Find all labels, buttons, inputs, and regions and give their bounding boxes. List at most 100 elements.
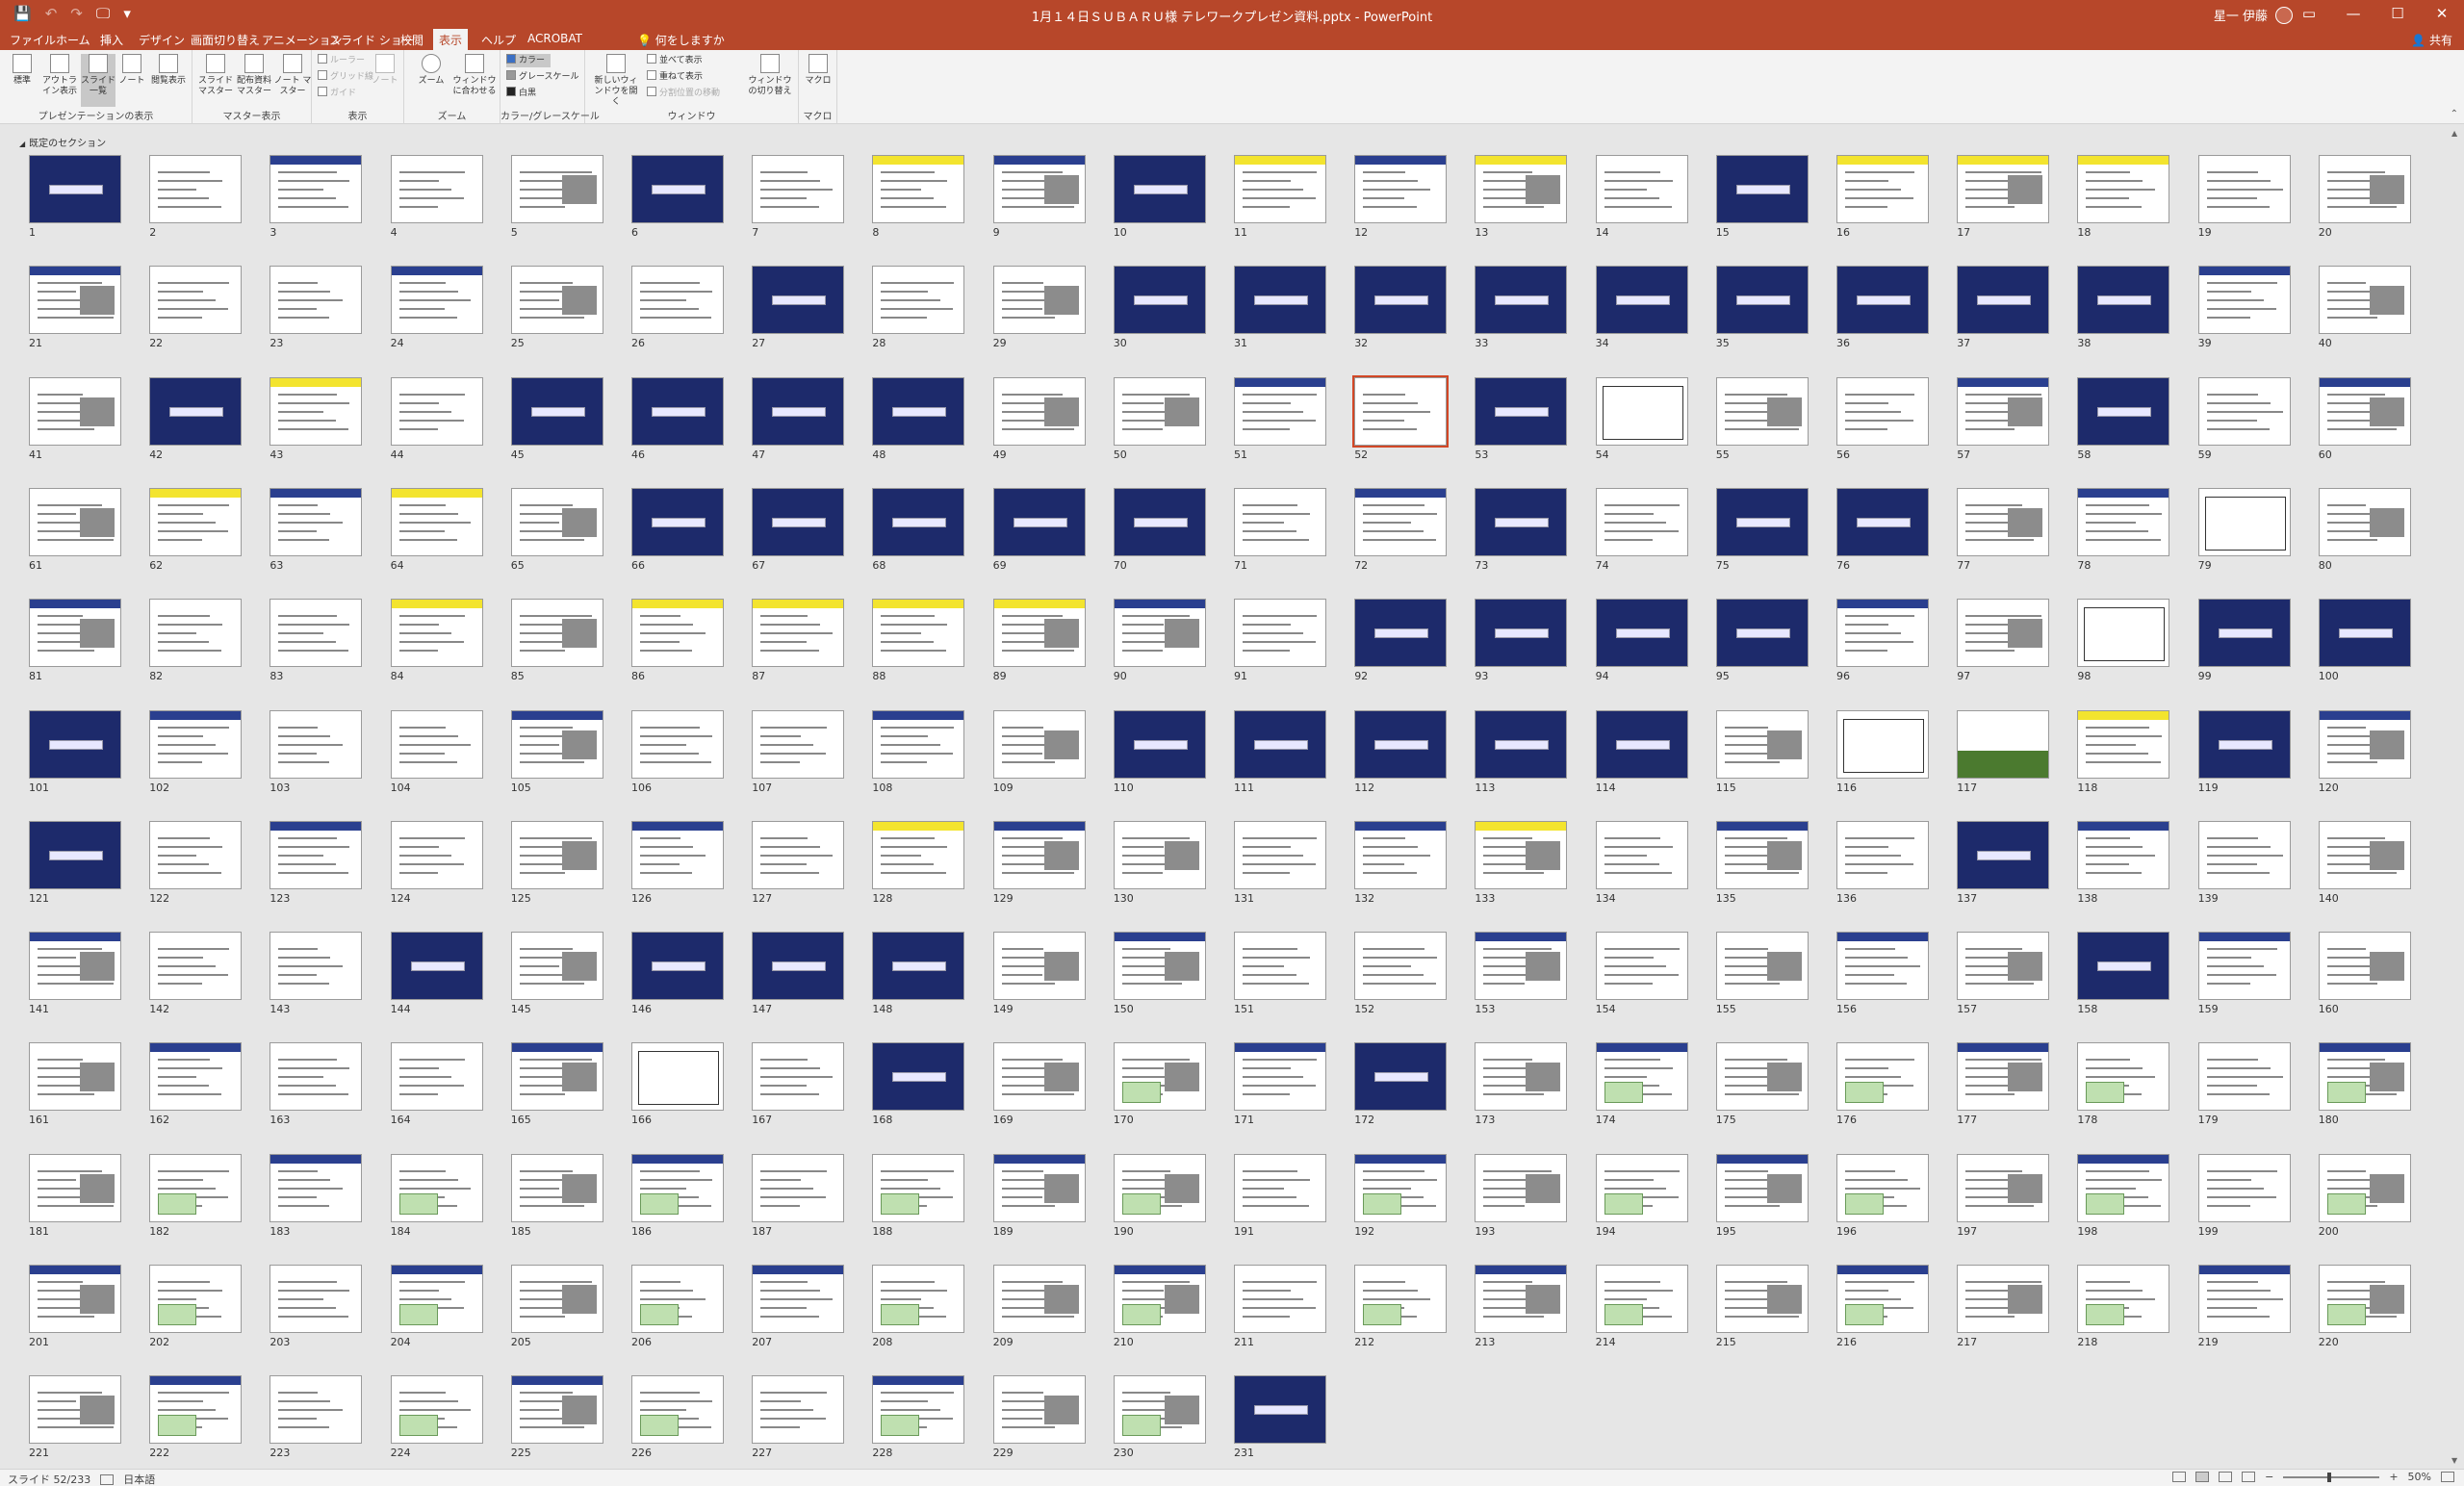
slide-preview[interactable] [1836,1042,1929,1112]
tab-view[interactable]: 表示 [433,29,469,50]
slide-thumbnail[interactable]: 70 [1113,487,1208,572]
slide-thumbnail[interactable]: 38 [2077,266,2171,349]
slide-preview[interactable] [1354,820,1448,889]
slide-preview[interactable] [2318,820,2411,889]
slide-preview[interactable] [270,820,363,889]
slide-thumbnail[interactable]: 192 [1354,1153,1449,1238]
slide-thumbnail[interactable]: 37 [1957,266,2051,349]
slide-preview[interactable] [1113,376,1206,446]
slide-thumbnail[interactable]: 42 [149,376,244,461]
slide-preview[interactable] [149,376,243,446]
slide-preview[interactable] [1595,376,1688,446]
slide-preview[interactable] [1354,599,1448,668]
slide-thumbnail[interactable]: 74 [1595,487,1690,572]
slide-preview[interactable] [2197,820,2291,889]
tab-design[interactable]: デザイン [139,32,185,48]
slide-preview[interactable] [1836,820,1929,889]
slide-preview[interactable] [1595,155,1688,223]
slide-preview[interactable] [1715,599,1809,668]
slide-preview[interactable] [2077,820,2170,889]
slide-thumbnail[interactable]: 115 [1715,709,1810,794]
slide-preview[interactable] [2197,376,2291,446]
slide-preview[interactable] [2318,155,2411,223]
slide-thumbnail[interactable]: 3 [270,155,364,239]
slide-preview[interactable] [510,1042,603,1112]
slide-preview[interactable] [149,932,243,1001]
slide-thumbnail[interactable]: 198 [2077,1153,2171,1238]
slide-thumbnail[interactable]: 19 [2197,155,2293,239]
slide-preview[interactable] [29,1153,121,1222]
slide-preview[interactable] [2318,599,2411,668]
slide-thumbnail[interactable]: 25 [510,266,605,349]
slide-thumbnail[interactable]: 194 [1595,1153,1690,1238]
tab-review[interactable]: 校閲 [400,32,424,48]
slide-thumbnail[interactable]: 202 [149,1265,244,1348]
slide-thumbnail[interactable]: 199 [2197,1153,2293,1238]
slide-thumbnail[interactable]: 94 [1595,599,1690,682]
slide-thumbnail[interactable]: 59 [2197,376,2293,461]
slide-thumbnail[interactable]: 178 [2077,1042,2171,1126]
slide-thumbnail[interactable]: 119 [2197,709,2293,794]
slide-preview[interactable] [872,599,965,668]
slide-preview[interactable] [390,1153,483,1222]
slide-thumbnail[interactable]: 100 [2318,599,2413,682]
slide-preview[interactable] [29,1042,121,1112]
slide-thumbnail[interactable]: 123 [270,820,364,905]
slide-thumbnail[interactable]: 179 [2197,1042,2293,1126]
slide-preview[interactable] [270,1153,363,1222]
slide-thumbnail[interactable]: 81 [29,599,123,682]
slide-thumbnail[interactable]: 180 [2318,1042,2413,1126]
slide-preview[interactable] [2318,266,2411,335]
slide-preview[interactable] [29,820,121,889]
slide-thumbnail[interactable]: 97 [1957,599,2051,682]
cascade-button[interactable]: 重ねて表示 [647,70,703,84]
slide-preview[interactable] [1354,487,1448,556]
slide-thumbnail[interactable]: 125 [510,820,605,905]
slide-thumbnail[interactable]: 215 [1715,1265,1810,1348]
slide-thumbnail[interactable]: 128 [872,820,966,905]
slide-thumbnail[interactable]: 228 [872,1375,966,1459]
slide-thumbnail[interactable]: 21 [29,266,123,349]
zoom-slider-thumb[interactable] [2327,1472,2332,1482]
slide-preview[interactable] [992,1375,1086,1445]
slide-thumbnail[interactable]: 153 [1475,932,1569,1015]
slide-thumbnail[interactable]: 223 [270,1375,364,1459]
slide-preview[interactable] [1234,1153,1326,1222]
slide-preview[interactable] [2077,266,2170,335]
slide-thumbnail[interactable]: 113 [1475,709,1569,794]
slide-preview[interactable] [1354,1153,1448,1222]
slide-preview[interactable] [1715,266,1809,335]
slide-thumbnail[interactable]: 106 [631,709,726,794]
slide-preview[interactable] [631,1375,724,1445]
slide-thumbnail[interactable]: 61 [29,487,123,572]
slide-preview[interactable] [1234,1042,1326,1112]
slide-preview[interactable] [2197,155,2291,223]
slide-preview[interactable] [149,487,243,556]
slide-preview[interactable] [1234,709,1326,779]
slide-thumbnail[interactable]: 109 [992,709,1088,794]
slide-preview[interactable] [1957,932,2050,1001]
slide-thumbnail[interactable]: 20 [2318,155,2413,239]
slide-preview[interactable] [1354,155,1448,223]
slide-preview[interactable] [872,1375,965,1445]
slide-preview[interactable] [1715,820,1809,889]
slide-preview[interactable] [29,709,121,779]
slide-preview[interactable] [1234,820,1326,889]
slide-preview[interactable] [510,820,603,889]
slide-thumbnail[interactable]: 181 [29,1153,123,1238]
slide-preview[interactable] [752,1265,845,1333]
slide-thumbnail[interactable]: 27 [752,266,846,349]
maximize-button[interactable]: ☐ [2375,0,2420,29]
slide-preview[interactable] [631,932,724,1001]
slide-thumbnail[interactable]: 15 [1715,155,1810,239]
slide-preview[interactable] [1475,599,1568,668]
slide-preview[interactable] [1234,932,1326,1001]
slide-thumbnail[interactable]: 26 [631,266,726,349]
slide-thumbnail[interactable]: 39 [2197,266,2293,349]
slide-preview[interactable] [1113,820,1206,889]
slide-thumbnail[interactable]: 160 [2318,932,2413,1015]
slide-thumbnail[interactable]: 60 [2318,376,2413,461]
slide-thumbnail[interactable]: 226 [631,1375,726,1459]
slide-thumbnail[interactable]: 201 [29,1265,123,1348]
slide-thumbnail[interactable]: 205 [510,1265,605,1348]
